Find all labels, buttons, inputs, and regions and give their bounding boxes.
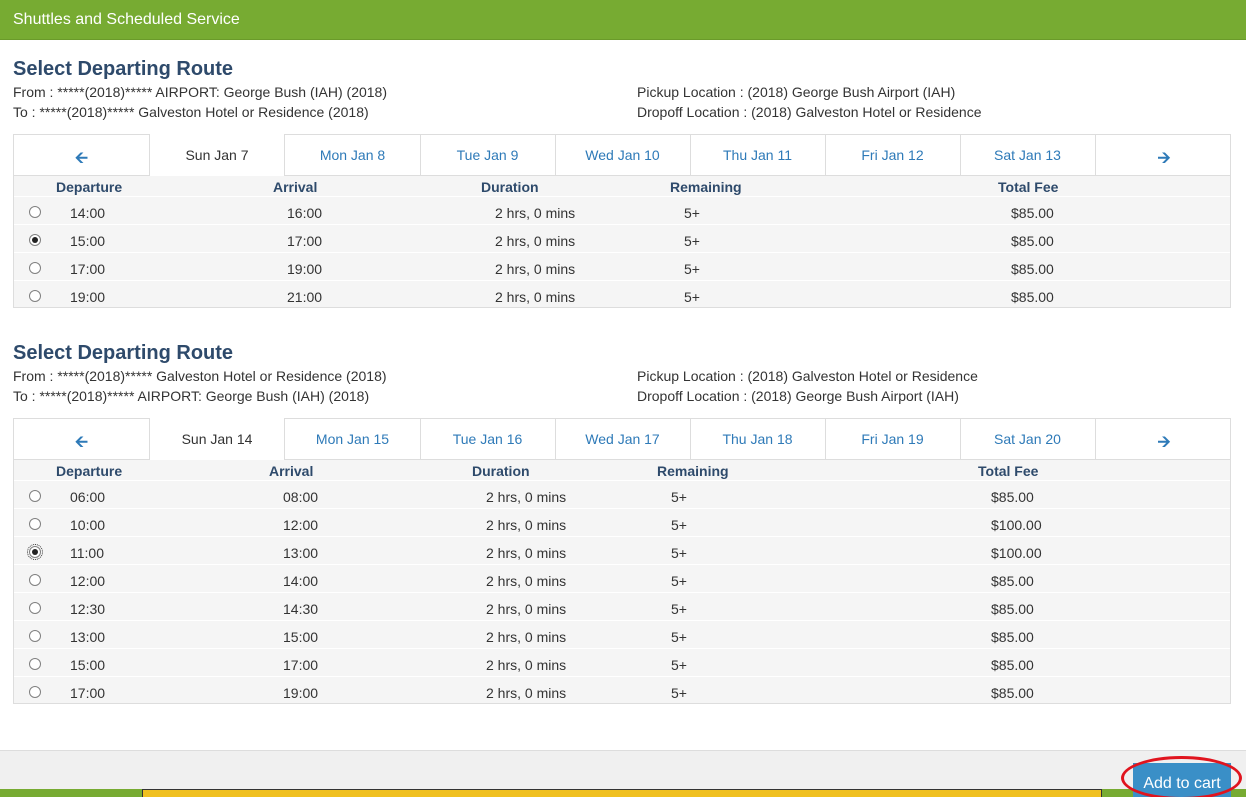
route-title: Select Departing Route — [13, 342, 234, 364]
table-row[interactable]: 11:00 13:00 2 hrs, 0 mins 5+ $100.00 — [14, 536, 1230, 564]
tab-date[interactable]: Sun Jan 14 — [149, 418, 285, 461]
route-from: From : *****(2018)***** Galveston Hotel … — [13, 368, 387, 384]
table-row[interactable]: 13:00 15:00 2 hrs, 0 mins 5+ $85.00 — [14, 620, 1230, 648]
table-row[interactable]: 15:00 17:00 2 hrs, 0 mins 5+ $85.00 — [14, 224, 1230, 252]
header-title: Shuttles and Scheduled Service — [13, 11, 240, 28]
pickup-location: Pickup Location : (2018) George Bush Air… — [637, 84, 956, 100]
table-row[interactable]: 10:00 12:00 2 hrs, 0 mins 5+ $100.00 — [14, 508, 1230, 536]
dropoff-location: Dropoff Location : (2018) Galveston Hote… — [637, 104, 982, 120]
route-to: To : *****(2018)***** Galveston Hotel or… — [13, 104, 369, 120]
table-row[interactable]: 12:30 14:30 2 hrs, 0 mins 5+ $85.00 — [14, 592, 1230, 620]
tab-date[interactable]: Wed Jan 17 — [555, 418, 691, 460]
table-row[interactable]: 17:00 19:00 2 hrs, 0 mins 5+ $85.00 — [14, 252, 1230, 280]
tab-date[interactable]: Tue Jan 9 — [420, 134, 556, 176]
pickup-location: Pickup Location : (2018) Galveston Hotel… — [637, 368, 978, 384]
route-from: From : *****(2018)***** AIRPORT: George … — [13, 84, 388, 100]
date-tabs: 🡨 Sun Jan 14 Mon Jan 15 Tue Jan 16 Wed J… — [13, 418, 1232, 461]
footer-notice-bar — [142, 789, 1102, 797]
table-header: Departure Arrival Duration Remaining Tot… — [56, 463, 1039, 479]
tab-date[interactable]: Mon Jan 15 — [285, 418, 421, 460]
prev-week-button[interactable]: 🡨 — [14, 418, 150, 460]
select-radio[interactable] — [29, 234, 41, 246]
next-week-button[interactable]: 🡪 — [1096, 418, 1232, 460]
tab-date[interactable]: Thu Jan 18 — [690, 418, 826, 460]
arrow-left-icon: 🡨 — [75, 434, 88, 451]
tab-date[interactable]: Thu Jan 11 — [690, 134, 826, 176]
tab-date[interactable]: Tue Jan 16 — [420, 418, 556, 460]
select-radio[interactable] — [29, 658, 41, 670]
select-radio[interactable] — [29, 602, 41, 614]
select-radio[interactable] — [27, 544, 43, 560]
select-radio[interactable] — [29, 262, 41, 274]
route-title: Select Departing Route — [13, 58, 234, 80]
select-radio[interactable] — [29, 518, 41, 530]
date-tabs: 🡨 Sun Jan 7 Mon Jan 8 Tue Jan 9 Wed Jan … — [13, 134, 1232, 177]
tab-date[interactable]: Wed Jan 10 — [555, 134, 691, 176]
add-to-cart-button[interactable]: Add to cart — [1133, 763, 1231, 797]
table-header: Departure Arrival Duration Remaining Tot… — [56, 179, 1059, 195]
select-radio[interactable] — [29, 290, 41, 302]
select-radio[interactable] — [29, 574, 41, 586]
tab-date[interactable]: Sat Jan 13 — [960, 134, 1096, 176]
prev-week-button[interactable]: 🡨 — [14, 134, 150, 176]
table-row[interactable]: 17:00 19:00 2 hrs, 0 mins 5+ $85.00 — [14, 676, 1230, 704]
table-row[interactable]: 12:00 14:00 2 hrs, 0 mins 5+ $85.00 — [14, 564, 1230, 592]
route-section-return: Select Departing Route From : *****(2018… — [13, 342, 1231, 704]
page-header: Shuttles and Scheduled Service — [0, 0, 1246, 40]
select-radio[interactable] — [29, 686, 41, 698]
tab-date[interactable]: Sun Jan 7 — [149, 134, 285, 177]
arrow-right-icon: 🡪 — [1157, 434, 1171, 451]
tab-date[interactable]: Sat Jan 20 — [960, 418, 1096, 460]
tab-date[interactable]: Mon Jan 8 — [285, 134, 421, 176]
route-section-outbound: Select Departing Route From : *****(2018… — [13, 58, 1231, 308]
arrow-left-icon: 🡨 — [75, 150, 88, 167]
select-radio[interactable] — [29, 630, 41, 642]
table-row[interactable]: 19:00 21:00 2 hrs, 0 mins 5+ $85.00 — [14, 280, 1230, 308]
select-radio[interactable] — [29, 206, 41, 218]
next-week-button[interactable]: 🡪 — [1096, 134, 1232, 176]
table-row[interactable]: 14:00 16:00 2 hrs, 0 mins 5+ $85.00 — [14, 196, 1230, 224]
tab-date[interactable]: Fri Jan 19 — [825, 418, 961, 460]
schedule-table: Departure Arrival Duration Remaining Tot… — [13, 460, 1231, 704]
dropoff-location: Dropoff Location : (2018) George Bush Ai… — [637, 388, 959, 404]
table-row[interactable]: 15:00 17:00 2 hrs, 0 mins 5+ $85.00 — [14, 648, 1230, 676]
table-row[interactable]: 06:00 08:00 2 hrs, 0 mins 5+ $85.00 — [14, 480, 1230, 508]
route-to: To : *****(2018)***** AIRPORT: George Bu… — [13, 388, 370, 404]
schedule-table: Departure Arrival Duration Remaining Tot… — [13, 176, 1231, 308]
select-radio[interactable] — [29, 490, 41, 502]
tab-date[interactable]: Fri Jan 12 — [825, 134, 961, 176]
arrow-right-icon: 🡪 — [1157, 150, 1171, 167]
